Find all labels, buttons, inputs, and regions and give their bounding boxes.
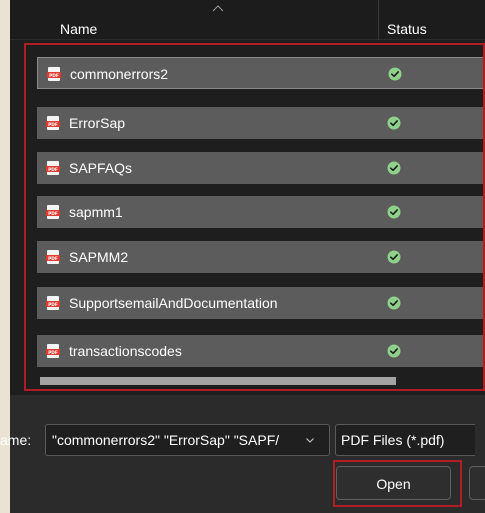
file-row-sapmm2[interactable]: PDF SAPMM2	[37, 241, 485, 273]
file-row-sapfaqs[interactable]: PDF SAPFAQs	[37, 152, 485, 184]
file-row-transactionscodes[interactable]: PDF transactionscodes	[37, 335, 485, 367]
chevron-down-icon[interactable]	[305, 435, 315, 445]
pdf-file-icon: PDF	[46, 344, 60, 358]
pdf-file-icon: PDF	[46, 116, 60, 130]
sort-caret-icon[interactable]	[212, 4, 224, 12]
svg-text:PDF: PDF	[48, 211, 58, 217]
file-name-input[interactable]: "commonerrors2" "ErrorSap" "SAPF/	[45, 424, 330, 456]
file-name: SupportsemailAndDocumentation	[69, 295, 278, 311]
file-type-value: PDF Files (*.pdf)	[341, 432, 445, 448]
file-name: SAPMM2	[69, 249, 129, 265]
list-header: Name Status	[10, 0, 485, 40]
checkmark-circle-icon	[387, 250, 401, 264]
checkmark-circle-icon	[387, 205, 401, 219]
file-name: transactionscodes	[69, 343, 182, 359]
cancel-button[interactable]	[469, 466, 485, 500]
checkmark-circle-icon	[387, 161, 401, 175]
column-divider[interactable]	[378, 0, 379, 40]
svg-text:PDF: PDF	[48, 256, 58, 262]
file-name-label: ame:	[0, 432, 32, 448]
svg-text:PDF: PDF	[48, 122, 58, 128]
file-name: ErrorSap	[69, 115, 126, 131]
checkmark-circle-icon	[387, 116, 401, 130]
svg-text:PDF: PDF	[48, 350, 58, 356]
open-button[interactable]: Open	[336, 466, 451, 500]
horizontal-scrollbar-thumb[interactable]	[40, 377, 396, 385]
svg-text:PDF: PDF	[48, 302, 58, 308]
open-button-label: Open	[376, 476, 411, 492]
file-row-supportsemailanddocumentation[interactable]: PDF SupportsemailAndDocumentation	[37, 287, 485, 319]
checkmark-circle-icon	[387, 344, 401, 358]
svg-text:PDF: PDF	[49, 73, 59, 79]
checkmark-circle-icon	[388, 67, 402, 81]
file-row-sapmm1[interactable]: PDF sapmm1	[37, 196, 485, 228]
file-name: commonerrors2	[70, 66, 169, 82]
pdf-file-icon: PDF	[46, 296, 60, 310]
pdf-file-icon: PDF	[46, 250, 60, 264]
file-row-commonerrors2[interactable]: PDF commonerrors2	[37, 57, 485, 89]
file-name: SAPFAQs	[69, 160, 133, 176]
file-name: sapmm1	[69, 204, 123, 220]
file-row-errorsap[interactable]: PDF ErrorSap	[37, 107, 485, 139]
svg-text:PDF: PDF	[48, 167, 58, 173]
column-header-name[interactable]: Name	[60, 21, 97, 37]
pdf-file-icon: PDF	[46, 205, 60, 219]
pdf-file-icon: PDF	[46, 161, 60, 175]
checkmark-circle-icon	[387, 296, 401, 310]
file-type-select[interactable]: PDF Files (*.pdf)	[335, 424, 475, 456]
pdf-file-icon: PDF	[47, 67, 61, 81]
column-header-status[interactable]: Status	[387, 21, 427, 37]
file-name-value: "commonerrors2" "ErrorSap" "SAPF/	[52, 432, 280, 448]
